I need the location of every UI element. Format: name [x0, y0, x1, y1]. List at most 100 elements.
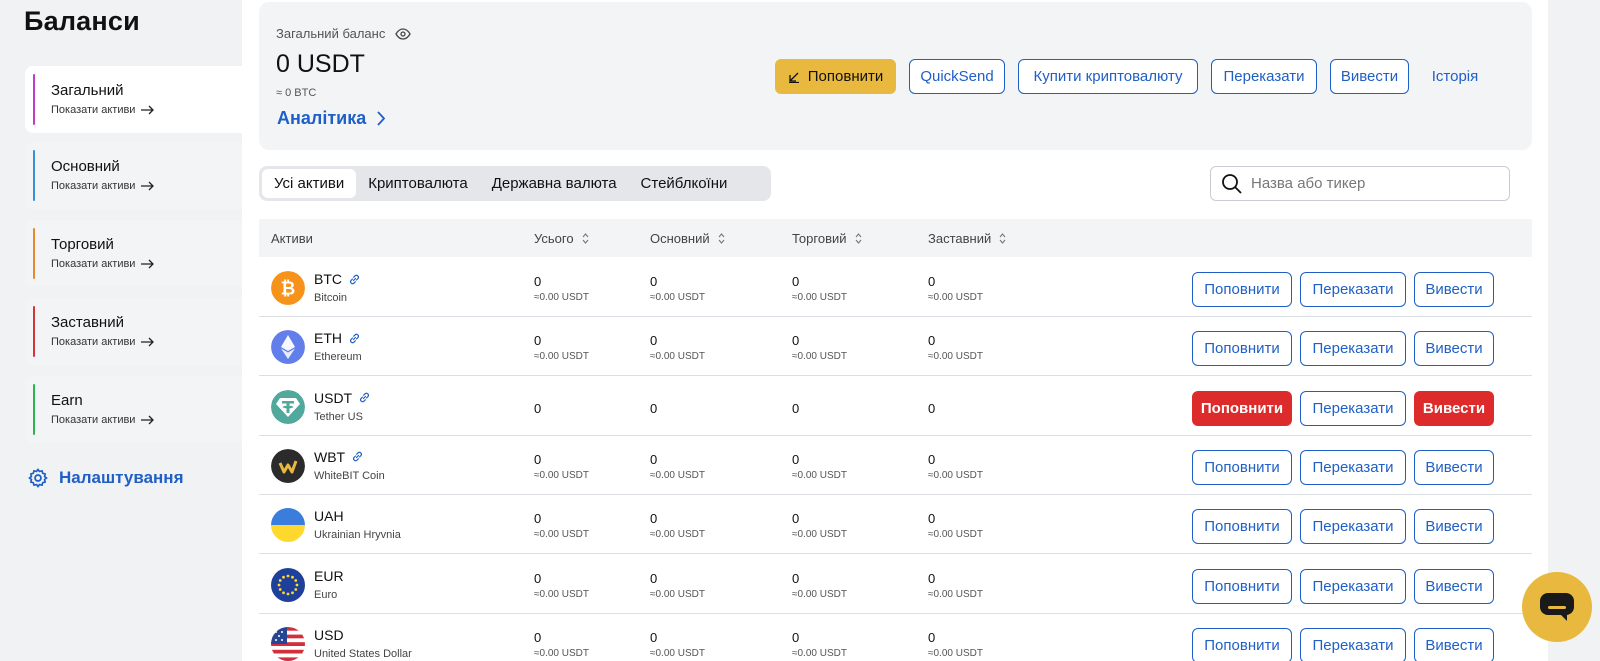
search-box	[1210, 166, 1510, 201]
total-balance-amount: 0 USDT	[276, 50, 365, 78]
row-withdraw-button[interactable]: Вивести	[1414, 390, 1494, 426]
analytics-label: Аналітика	[277, 108, 367, 128]
show-assets-link[interactable]: Показати активи	[51, 104, 155, 116]
asset-tabs: Усі активи Криптовалюта Державна валюта …	[259, 166, 771, 201]
cell-usdt-value: ≈0.00 USDT	[928, 529, 983, 541]
row-transfer-button[interactable]: Переказати	[1300, 627, 1406, 661]
row-withdraw-button[interactable]: Вивести	[1414, 272, 1494, 307]
withdraw-button[interactable]: Вивести	[1330, 59, 1409, 94]
balance-card: Загальний баланс 0 USDT ≈ 0 BTC Аналітик…	[259, 2, 1532, 150]
row-deposit-button[interactable]: Поповнити	[1192, 331, 1292, 367]
search-input[interactable]	[1251, 175, 1491, 192]
show-assets-link[interactable]: Показати активи	[51, 336, 155, 348]
row-transfer-button[interactable]: Переказати	[1300, 390, 1406, 426]
whitebit-icon	[271, 448, 305, 483]
cell-main: 0 ≈0.00 USDT	[650, 452, 705, 481]
cell-total: 0 ≈0.00 USDT	[534, 511, 589, 540]
cell-trading: 0 ≈0.00 USDT	[792, 511, 847, 540]
cell-value: 0	[534, 511, 542, 527]
header-total[interactable]: Усього	[534, 231, 589, 246]
quicksend-button[interactable]: QuickSend	[909, 59, 1005, 94]
cell-trading: 0 ≈0.00 USDT	[792, 452, 847, 481]
cell-usdt-value: ≈0.00 USDT	[650, 292, 705, 303]
cell-usdt-value: ≈0.00 USDT	[792, 292, 847, 303]
search-icon	[1222, 173, 1242, 194]
cell-value: 0	[792, 274, 800, 289]
row-deposit-button[interactable]: Поповнити	[1192, 449, 1292, 485]
buy-crypto-button[interactable]: Купити криптовалюту	[1018, 59, 1198, 94]
row-withdraw-button[interactable]: Вивести	[1414, 449, 1494, 485]
us-flag-icon	[271, 626, 305, 661]
cell-usdt-value: ≈0.00 USDT	[650, 351, 705, 363]
show-assets-label: Показати активи	[51, 258, 136, 270]
show-assets-label: Показати активи	[51, 104, 136, 116]
eu-flag-icon	[271, 567, 305, 602]
tab-stablecoins[interactable]: Стейблкоїни	[629, 169, 740, 198]
row-deposit-button[interactable]: Поповнити	[1192, 509, 1292, 545]
cell-usdt-value: ≈0.00 USDT	[534, 588, 589, 600]
show-assets-link[interactable]: Показати активи	[51, 414, 155, 426]
row-transfer-button[interactable]: Переказати	[1300, 449, 1406, 485]
show-assets-link[interactable]: Показати активи	[51, 258, 155, 270]
cell-usdt-value: ≈0.00 USDT	[928, 588, 983, 600]
analytics-link[interactable]: Аналітика	[277, 108, 386, 129]
sidebar-item-earn[interactable]: Earn Показати активи	[25, 376, 242, 443]
row-transfer-button[interactable]: Переказати	[1300, 331, 1406, 367]
cell-value: 0	[928, 274, 936, 289]
link-icon[interactable]	[348, 273, 361, 286]
cell-value: 0	[534, 274, 542, 289]
sidebar-item-trading[interactable]: Торговий Показати активи	[25, 220, 242, 287]
tab-all-assets[interactable]: Усі активи	[262, 169, 357, 198]
row-transfer-button[interactable]: Переказати	[1300, 509, 1406, 545]
sidebar-item-general[interactable]: Загальний Показати активи	[25, 66, 242, 133]
chat-button[interactable]	[1522, 572, 1592, 642]
tab-fiat[interactable]: Державна валюта	[480, 169, 629, 198]
ukraine-flag-icon	[271, 508, 305, 543]
cell-usdt-value: ≈0.00 USDT	[928, 351, 983, 363]
sidebar-item-main[interactable]: Основний Показати активи	[25, 142, 242, 209]
transfer-button[interactable]: Переказати	[1211, 59, 1317, 94]
row-withdraw-button[interactable]: Вивести	[1414, 568, 1494, 604]
table-row: ETH Ethereum 0 ≈0.00 USDT 0 ≈0.00 USDT 0 ≈0.00 …	[259, 316, 1532, 377]
deposit-button[interactable]: Поповнити	[775, 59, 896, 94]
row-withdraw-button[interactable]: Вивести	[1414, 627, 1494, 661]
asset-ticker-label: WBT	[314, 448, 346, 465]
row-deposit-button[interactable]: Поповнити	[1192, 568, 1292, 604]
header-collateral-label: Заставний	[928, 231, 992, 246]
table-row: EUR Euro 0 ≈0.00 USDT 0 ≈0.00 USDT 0 ≈0.00 USDT…	[259, 554, 1532, 614]
show-assets-label: Показати активи	[51, 414, 136, 426]
settings-link[interactable]: Налаштування	[27, 467, 184, 489]
cell-main: 0 ≈0.00 USDT	[650, 571, 705, 600]
header-collateral[interactable]: Заставний	[928, 231, 1006, 246]
row-deposit-button[interactable]: Поповнити	[1192, 390, 1292, 426]
row-deposit-button[interactable]: Поповнити	[1192, 272, 1292, 307]
tab-crypto[interactable]: Криптовалюта	[356, 169, 480, 198]
page-title: Баланси	[24, 6, 140, 36]
sidebar: Баланси Загальний Показати активи Основн…	[0, 0, 242, 661]
cell-usdt-value: ≈0.00 USDT	[650, 529, 705, 541]
cell-value: 0	[792, 629, 800, 645]
header-main[interactable]: Основний	[650, 231, 725, 246]
row-withdraw-button[interactable]: Вивести	[1414, 331, 1494, 367]
history-link[interactable]: Історія	[1422, 59, 1488, 94]
link-icon[interactable]	[351, 450, 364, 463]
show-assets-link[interactable]: Показати активи	[51, 180, 155, 192]
link-icon[interactable]	[348, 332, 361, 345]
cell-usdt-value: ≈0.00 USDT	[650, 469, 705, 481]
cell-collateral: 0 ≈0.00 USDT	[928, 630, 983, 659]
table-row: USD United States Dollar 0 ≈0.00 USDT 0 ≈0.00…	[259, 613, 1532, 661]
cell-usdt-value: ≈0.00 USDT	[534, 469, 589, 481]
svg-text:₿: ₿	[281, 279, 296, 300]
row-deposit-button[interactable]: Поповнити	[1192, 627, 1292, 661]
sidebar-item-collateral[interactable]: Заставний Показати активи	[25, 298, 242, 365]
table-row: ₿ BTC Bitcoin 0 ≈0.00 USDT 0 ≈0.00 USDT 0 ≈0.00 …	[259, 257, 1532, 317]
asset-ticker-label: BTC	[314, 271, 342, 287]
eye-icon[interactable]	[395, 27, 412, 40]
row-transfer-button[interactable]: Переказати	[1300, 272, 1406, 307]
row-transfer-button[interactable]: Переказати	[1300, 568, 1406, 604]
row-withdraw-button[interactable]: Вивести	[1414, 509, 1494, 545]
header-trading[interactable]: Торговий	[792, 231, 862, 246]
sidebar-item-label: Торговий	[51, 236, 114, 253]
deposit-arrow-icon	[788, 72, 799, 83]
link-icon[interactable]	[358, 391, 371, 404]
